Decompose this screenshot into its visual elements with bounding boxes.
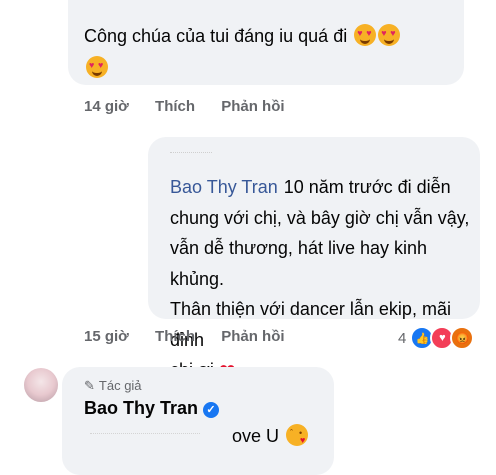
redacted-mark bbox=[90, 433, 200, 438]
comment-1-time[interactable]: 14 giờ bbox=[84, 98, 129, 115]
comment-2-reply-button[interactable]: Phản hồi bbox=[221, 328, 284, 345]
comment-1-like-button[interactable]: Thích bbox=[155, 98, 195, 115]
reply-text-line: ove U ˆ • ♥ bbox=[232, 424, 309, 447]
comment-2-line-3: vẫn dễ thương, hát live hay kinh khủng. bbox=[170, 238, 428, 289]
reply-author[interactable]: Bao Thy Tran ✓ bbox=[84, 398, 220, 419]
comment-2-body: Bao Thy Tran 10 năm trước đi diễn chung v… bbox=[170, 172, 475, 388]
reply-author-name[interactable]: Bao Thy Tran bbox=[84, 398, 198, 418]
comment-1-actions: 14 giờ Thích Phản hồi bbox=[84, 98, 307, 115]
comment-2-reactions[interactable]: 4 👍 ♥ 😡 bbox=[398, 326, 475, 350]
heart-eyes-emoji-icon: ♥ ♥ bbox=[86, 56, 108, 78]
kiss-emoji-icon: ˆ • ♥ bbox=[286, 424, 309, 446]
author-badge-label: Tác giả bbox=[98, 378, 142, 393]
avatar[interactable] bbox=[24, 368, 58, 402]
comment-2-line-1: 10 năm trước đi diễn bbox=[283, 177, 451, 197]
comment-2-like-button[interactable]: Thích bbox=[155, 328, 195, 345]
heart-eyes-emoji-icon: ♥ ♥ bbox=[378, 24, 401, 46]
comment-2-actions: 15 giờ Thích Phản hồi bbox=[84, 328, 307, 345]
comment-2-author-link[interactable]: Bao Thy Tran bbox=[170, 177, 278, 197]
comment-2-line: Bao Thy Tran 10 năm trước đi diễn bbox=[170, 172, 475, 203]
heart-eyes-emoji-icon: ♥ ♥ bbox=[354, 24, 377, 46]
comment-1-text-line: Công chúa của tui đáng iu quá đi ♥ ♥ ♥ ♥ bbox=[84, 23, 401, 50]
angry-reaction-icon: 😡 bbox=[450, 326, 475, 350]
reaction-count: 4 bbox=[398, 329, 407, 347]
comment-1-reply-button[interactable]: Phản hồi bbox=[221, 98, 284, 115]
comment-2-time[interactable]: 15 giờ bbox=[84, 328, 129, 345]
comment-2-line-2: chung với chị, và bây giờ chị vẫn vậy, bbox=[170, 207, 470, 228]
comment-1-text: Công chúa của tui đáng iu quá đi bbox=[84, 26, 348, 46]
verified-check-icon: ✓ bbox=[203, 402, 220, 418]
redacted-mark bbox=[170, 152, 212, 157]
author-badge: ✎ Tác giả bbox=[84, 378, 142, 394]
reply-text: ove U bbox=[232, 426, 280, 446]
comment-1-emoji-line: ♥ ♥ bbox=[84, 55, 108, 82]
pencil-icon: ✎ bbox=[84, 378, 95, 393]
